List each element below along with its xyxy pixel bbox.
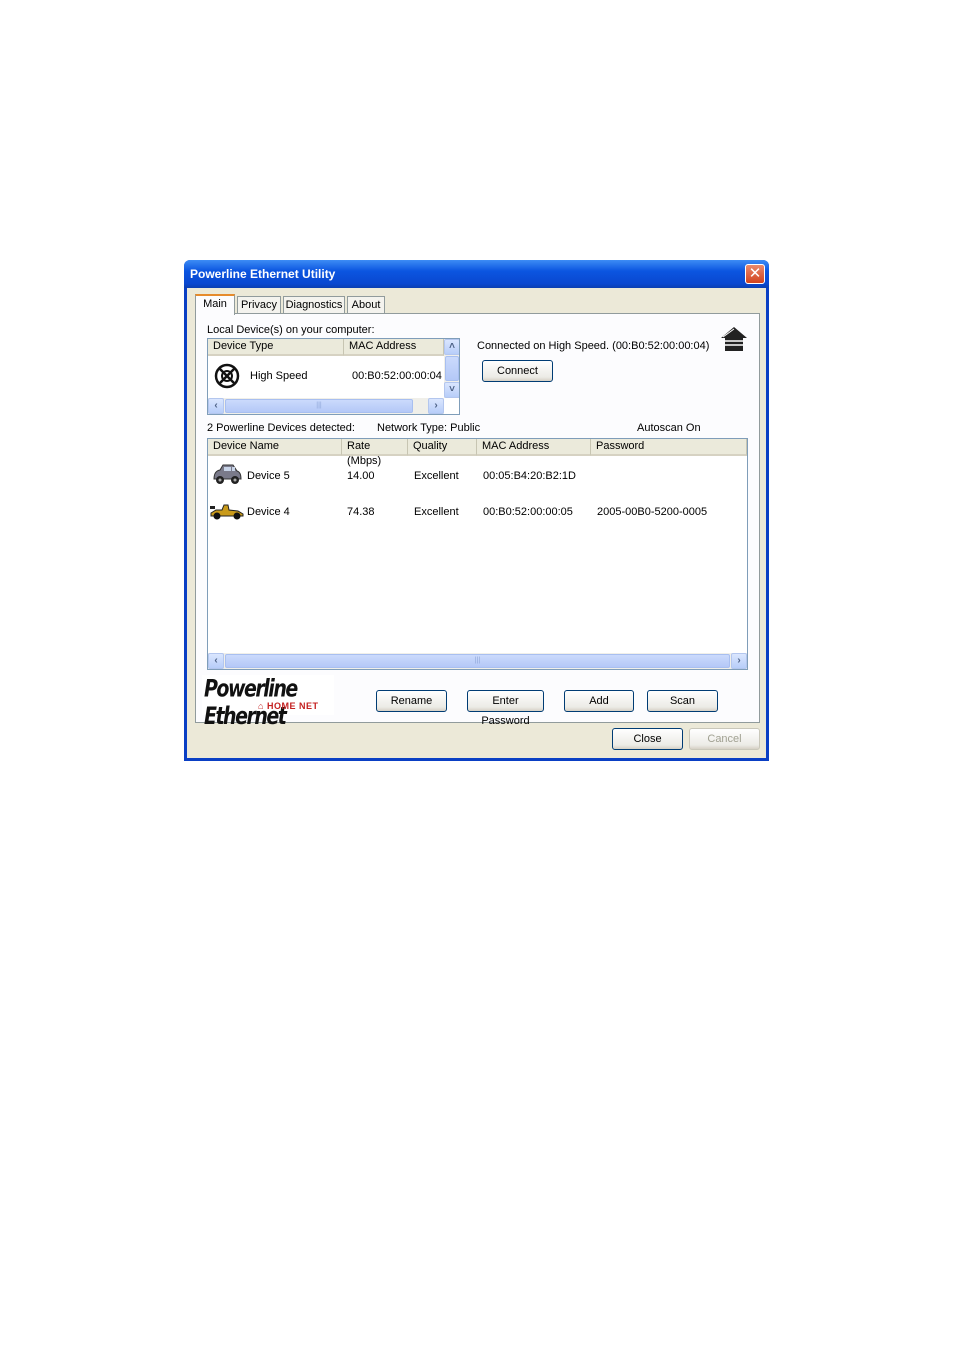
device-quality: Excellent — [414, 470, 459, 482]
connect-button[interactable]: Connect — [482, 360, 553, 382]
powerline-adapter-icon — [214, 363, 240, 389]
race-car-icon — [210, 504, 244, 520]
chevron-down-icon: ˅ — [449, 384, 455, 395]
tab-privacy[interactable]: Privacy — [237, 296, 281, 313]
device-rate: 74.38 — [347, 506, 375, 518]
home-network-icon — [721, 327, 747, 351]
rename-button[interactable]: Rename — [376, 690, 447, 712]
cancel-button[interactable]: Cancel — [689, 728, 760, 750]
tab-main[interactable]: Main — [195, 294, 235, 315]
scroll-right-button[interactable]: › — [731, 653, 747, 669]
device-name: Device 4 — [247, 506, 290, 518]
col-mac-address[interactable]: MAC Address — [344, 339, 444, 356]
local-list-vscrollbar[interactable]: ˄ ˅ — [444, 339, 459, 398]
col-device-name[interactable]: Device Name — [208, 439, 342, 456]
close-icon: ✕ — [748, 265, 762, 282]
device-mac: 00:05:B4:20:B2:1D — [483, 470, 576, 482]
title-bar[interactable]: Powerline Ethernet Utility ✕ — [184, 260, 769, 288]
network-type-label: Network Type: Public — [377, 422, 481, 434]
logo-subtext: ⌂ HOME NET — [258, 701, 318, 711]
logo-subtext-label: HOME NET — [266, 701, 319, 711]
client-area: Main Privacy Diagnostics About Local Dev… — [187, 288, 766, 758]
chevron-right-icon: › — [737, 655, 741, 666]
tab-about[interactable]: About — [347, 296, 385, 313]
col-password[interactable]: Password — [591, 439, 747, 456]
car-icon — [213, 464, 242, 484]
chevron-left-icon: ‹ — [214, 655, 218, 666]
device-quality: Excellent — [414, 506, 459, 518]
local-devices-label: Local Device(s) on your computer: — [207, 324, 375, 336]
col-rate[interactable]: Rate (Mbps) — [342, 439, 408, 467]
local-devices-list[interactable]: Device Type MAC Address High Speed 00:B0… — [207, 338, 460, 415]
vscroll-thumb[interactable] — [445, 356, 459, 381]
scroll-right-button[interactable]: › — [428, 398, 444, 414]
col-device-type[interactable]: Device Type — [208, 339, 344, 356]
device-name: Device 5 — [247, 470, 290, 482]
scroll-left-button[interactable]: ‹ — [208, 398, 224, 414]
scan-button[interactable]: Scan — [647, 690, 718, 712]
scroll-left-button[interactable]: ‹ — [208, 653, 224, 669]
hscroll-thumb[interactable]: ||| — [225, 654, 730, 668]
local-device-mac: 00:B0:52:00:00:04 — [352, 370, 442, 382]
device-rate: 14.00 — [347, 470, 375, 482]
chevron-right-icon: › — [434, 400, 438, 411]
main-tab-panel: Local Device(s) on your computer: Device… — [195, 313, 760, 730]
col-quality[interactable]: Quality — [408, 439, 477, 456]
scroll-up-button[interactable]: ˄ — [444, 339, 459, 355]
window-title: Powerline Ethernet Utility — [190, 267, 336, 281]
remote-list-hscrollbar[interactable]: ‹ ||| › — [208, 653, 747, 669]
hscroll-thumb[interactable]: ||| — [225, 399, 413, 413]
local-list-hscrollbar[interactable]: ‹ ||| › — [208, 398, 444, 414]
chevron-left-icon: ‹ — [214, 400, 218, 411]
device-password: 2005-00B0-5200-0005 — [597, 506, 708, 518]
devices-detected-label: 2 Powerline Devices detected: — [207, 422, 355, 434]
scroll-down-button[interactable]: ˅ — [444, 382, 459, 398]
utility-window: Powerline Ethernet Utility ✕ Main Privac… — [184, 260, 769, 761]
enter-password-button[interactable]: Enter Password — [467, 690, 544, 727]
device-mac: 00:B0:52:00:00:05 — [483, 506, 573, 518]
window-close-button[interactable]: ✕ — [745, 264, 765, 284]
close-button[interactable]: Close — [612, 728, 683, 750]
add-button[interactable]: Add — [564, 690, 634, 712]
connection-status: Connected on High Speed. (00:B0:52:00:00… — [477, 340, 710, 352]
autoscan-status: Autoscan On — [637, 422, 701, 434]
house-icon: ⌂ — [258, 701, 264, 711]
powerline-ethernet-logo: Powerline Ethernet ⌂ HOME NET — [202, 675, 334, 730]
local-device-type: High Speed — [250, 370, 308, 382]
tab-diagnostics[interactable]: Diagnostics — [283, 296, 345, 313]
chevron-up-icon: ˄ — [449, 341, 455, 352]
remote-devices-list[interactable]: Device Name Rate (Mbps) Quality MAC Addr… — [207, 438, 748, 670]
col-remote-mac[interactable]: MAC Address — [477, 439, 591, 456]
